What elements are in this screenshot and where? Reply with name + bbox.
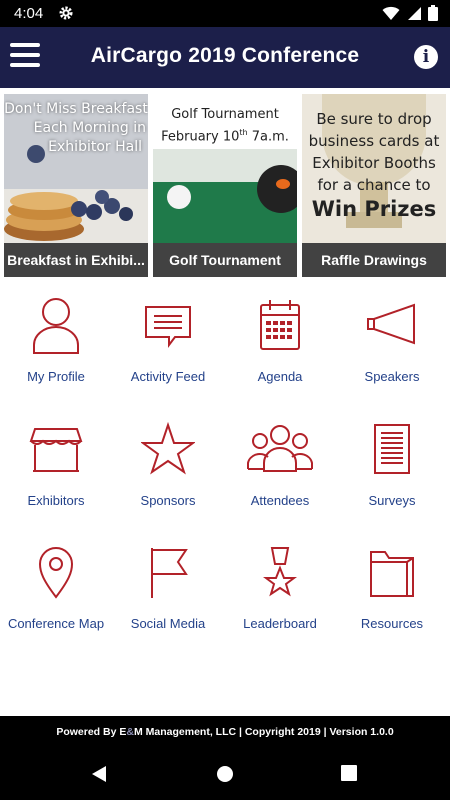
raffle-overlay: Be sure to drop business cards at Exhibi… — [302, 108, 446, 222]
banner-caption: Raffle Drawings — [302, 243, 446, 277]
tile-social-media[interactable]: Social Media — [112, 542, 224, 652]
raffle-overlay-line-5: Win Prizes — [311, 197, 437, 221]
tile-label: Attendees — [250, 493, 310, 508]
footer-brand-m: M — [133, 726, 143, 738]
person-icon — [33, 298, 79, 354]
home-icon[interactable] — [216, 765, 234, 788]
tile-label: Leaderboard — [243, 616, 317, 631]
status-time: 4:04 — [14, 5, 44, 22]
storefront-icon — [29, 428, 83, 472]
footer-prefix: Powered By — [56, 726, 120, 738]
tile-label: Conference Map — [7, 616, 105, 631]
raffle-overlay-line-4: for a chance to — [317, 176, 431, 194]
event-banner-carousel: Don't Miss Breakfast Each Morning in Exh… — [4, 94, 446, 277]
tile-my-profile[interactable]: My Profile — [0, 295, 112, 405]
status-icons — [382, 5, 438, 26]
tile-conference-map[interactable]: Conference Map — [0, 542, 112, 652]
tile-agenda[interactable]: Agenda — [224, 295, 336, 405]
tile-label: Activity Feed — [130, 369, 206, 384]
tile-label: My Profile — [27, 369, 85, 384]
tile-label: Exhibitors — [27, 493, 85, 508]
tile-attendees[interactable]: Attendees — [224, 419, 336, 529]
tile-activity-feed[interactable]: Activity Feed — [112, 295, 224, 405]
cell-signal-icon — [406, 6, 422, 26]
banner-caption: Golf Tournament — [153, 243, 297, 277]
golf-overlay: Golf Tournament February 10th 7a.m. — [153, 106, 297, 146]
calendar-icon — [260, 300, 300, 350]
settings-gear-icon — [58, 5, 74, 26]
document-icon — [374, 424, 410, 474]
megaphone-icon — [367, 303, 415, 345]
golf-overlay-line-1: Golf Tournament — [171, 107, 279, 122]
medal-icon — [263, 547, 297, 597]
breakfast-overlay-line-3: Exhibitor Hall — [48, 139, 142, 155]
raffle-overlay-line-1: Be sure to drop — [316, 110, 432, 128]
group-icon — [247, 425, 313, 472]
map-pin-icon — [38, 547, 74, 599]
tile-label: Social Media — [130, 616, 206, 631]
info-icon[interactable]: i — [414, 45, 438, 69]
banner-card-golf[interactable]: Golf Tournament February 10th 7a.m. Golf… — [153, 94, 297, 277]
tile-label: Sponsors — [140, 493, 196, 508]
status-bar: 4:04 — [0, 0, 450, 27]
golf-time: 7a.m. — [247, 129, 289, 145]
footer-suffix: Management, LLC | Copyright 2019 | Versi… — [142, 726, 394, 738]
banner-card-raffle[interactable]: Be sure to drop business cards at Exhibi… — [302, 94, 446, 277]
tile-exhibitors[interactable]: Exhibitors — [0, 419, 112, 529]
golf-date-suffix: th — [239, 128, 248, 137]
breakfast-overlay-line-2: Each Morning in — [33, 120, 146, 136]
battery-icon — [428, 5, 438, 26]
tile-label: Resources — [360, 616, 424, 631]
folder-icon — [370, 551, 414, 597]
tile-leaderboard[interactable]: Leaderboard — [224, 542, 336, 652]
golf-date: February 10 — [161, 129, 240, 145]
footer-brand-amp: & — [126, 726, 134, 738]
raffle-overlay-line-2: business cards at — [308, 132, 440, 150]
banner-caption: Breakfast in Exhibi... — [4, 243, 148, 277]
banner-card-breakfast[interactable]: Don't Miss Breakfast Each Morning in Exh… — [4, 94, 148, 277]
system-navigation-bar — [0, 748, 450, 800]
flag-icon — [151, 548, 188, 598]
breakfast-overlay-line-1: Don't Miss Breakfast — [4, 101, 148, 117]
tile-speakers[interactable]: Speakers — [336, 295, 448, 405]
tile-label: Speakers — [364, 369, 420, 384]
recents-icon[interactable] — [341, 765, 357, 786]
raffle-overlay-line-3: Exhibitor Booths — [312, 154, 436, 172]
app-title: AirCargo 2019 Conference — [90, 44, 360, 67]
golf-overlay-line-2: February 10th 7a.m. — [153, 124, 297, 146]
star-icon — [141, 421, 195, 475]
tile-label: Surveys — [368, 493, 416, 508]
chat-bubble-icon — [145, 306, 191, 348]
breakfast-overlay: Don't Miss Breakfast Each Morning in Exh… — [4, 100, 148, 157]
tile-label: Agenda — [257, 369, 303, 384]
back-icon[interactable] — [90, 765, 108, 788]
tile-surveys[interactable]: Surveys — [336, 419, 448, 529]
wifi-icon — [382, 6, 400, 26]
tile-sponsors[interactable]: Sponsors — [112, 419, 224, 529]
app-bar: AirCargo 2019 Conference i — [0, 27, 450, 88]
footer-powered-by: Powered By E&M Management, LLC | Copyrig… — [0, 716, 450, 748]
tile-resources[interactable]: Resources — [336, 542, 448, 652]
